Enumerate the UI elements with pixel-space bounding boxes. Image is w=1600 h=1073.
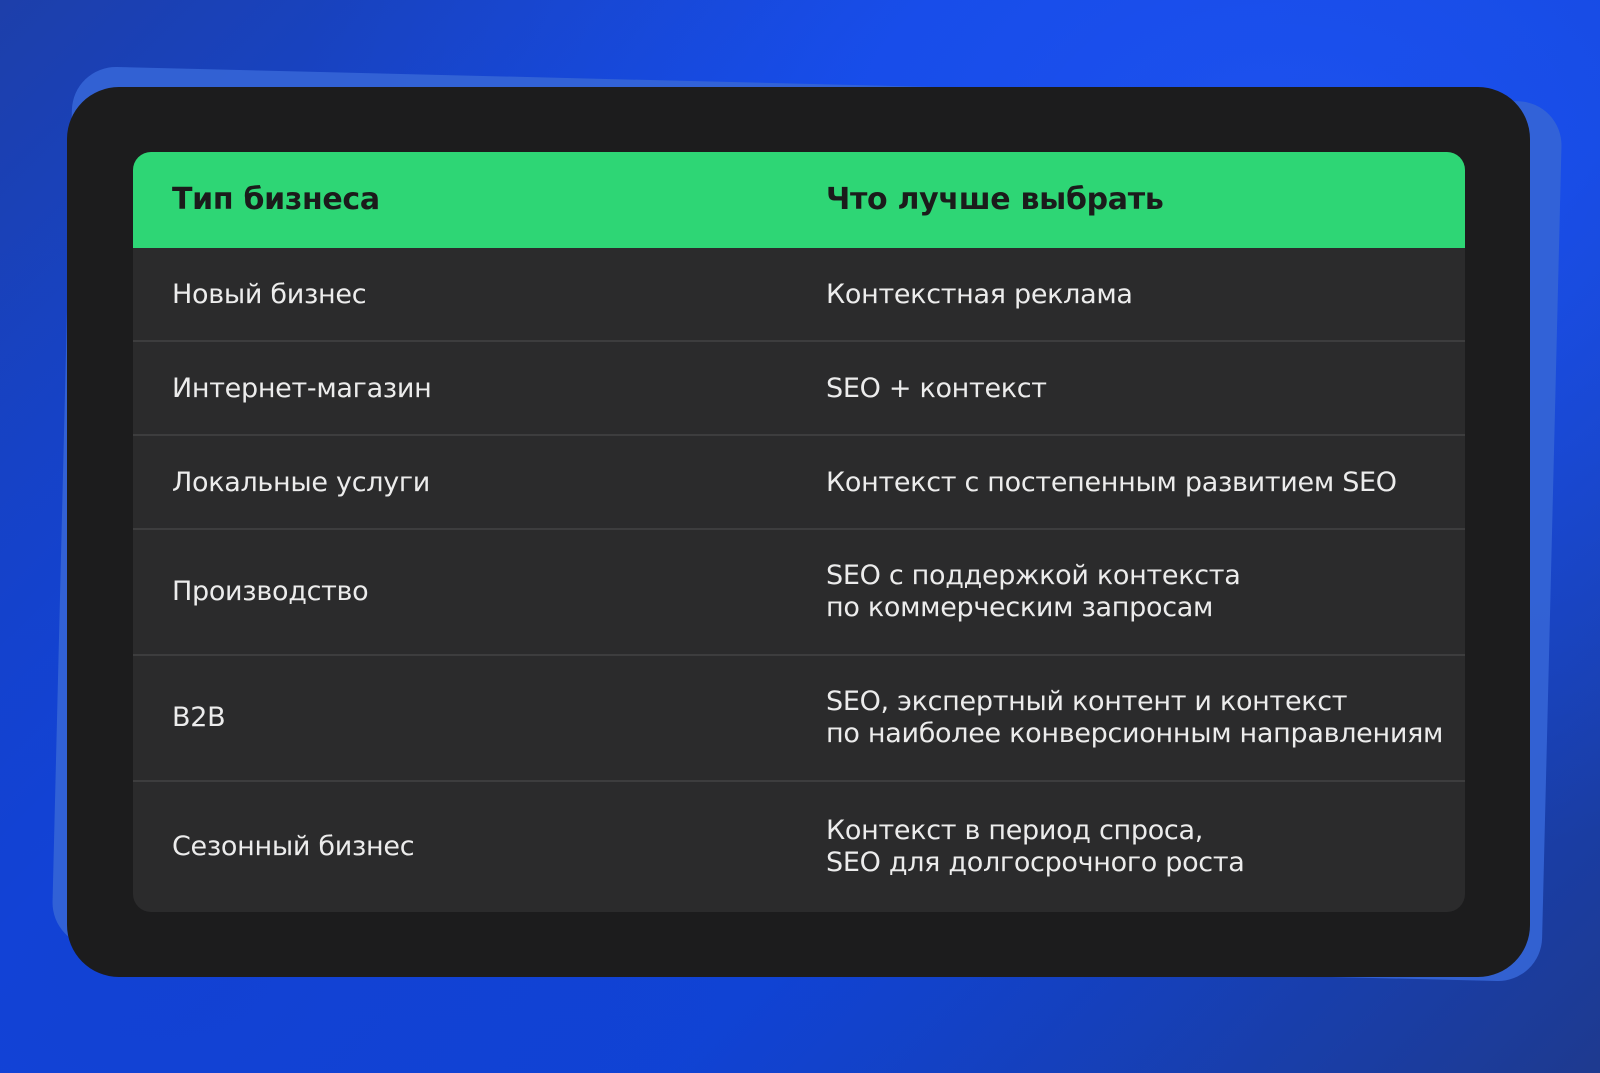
table-row: Локальные услуги Контекст с постепенным …	[133, 436, 1465, 529]
table-panel: Тип бизнеса Что лучше выбрать Новый бизн…	[67, 87, 1530, 977]
business-type-cell: Интернет-магазин	[172, 372, 432, 404]
table-row: Новый бизнес Контекстная реклама	[133, 248, 1465, 341]
business-type-cell: Производство	[172, 576, 369, 607]
best-choice-cell: Контекст с постепенным развитием SEO	[826, 466, 1397, 498]
table-row: Производство SEO с поддержкой контекста …	[133, 530, 1465, 654]
comparison-table: Тип бизнеса Что лучше выбрать Новый бизн…	[133, 152, 1465, 912]
best-choice-cell: SEO + контекст	[826, 372, 1047, 404]
best-choice-cell: SEO, экспертный контент и контекст по на…	[826, 686, 1444, 749]
best-choice-cell: Контекстная реклама	[826, 278, 1133, 310]
table-row: Сезонный бизнес Контекст в период спроса…	[133, 782, 1465, 912]
business-type-cell: Новый бизнес	[172, 278, 367, 310]
business-type-cell: Сезонный бизнес	[172, 831, 415, 862]
table-row: B2B SEO, экспертный контент и контекст п…	[133, 656, 1465, 780]
best-choice-cell: Контекст в период спроса, SEO для долгос…	[826, 815, 1245, 878]
business-type-cell: Локальные услуги	[172, 466, 431, 498]
table-header-row: Тип бизнеса Что лучше выбрать	[133, 152, 1465, 248]
business-type-cell: B2B	[172, 702, 226, 733]
header-best-choice: Что лучше выбрать	[826, 182, 1164, 217]
table-row: Интернет-магазин SEO + контекст	[133, 342, 1465, 435]
best-choice-cell: SEO с поддержкой контекста по коммерческ…	[826, 560, 1241, 623]
header-business-type: Тип бизнеса	[172, 182, 380, 217]
